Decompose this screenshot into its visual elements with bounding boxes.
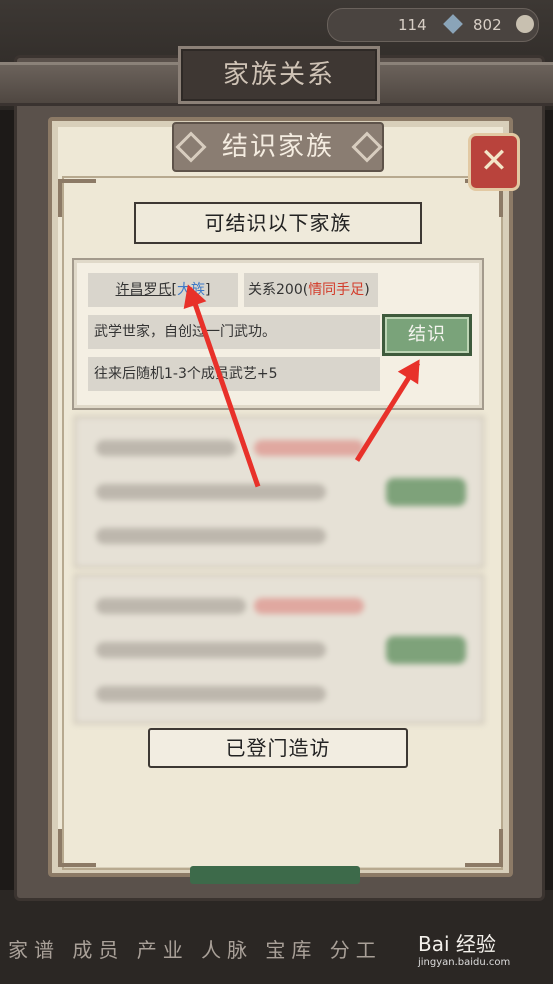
coin-icon [516,15,534,33]
visited-button[interactable]: 已登门造访 [148,728,408,768]
watermark-brand: Bai 经验 [418,932,496,956]
window-title: 家族关系 [178,46,380,104]
resource-bar: 114 802 [327,8,539,42]
relation-cell: 关系200(情同手足) [244,273,378,307]
watermark: Bai 经验 jingyan.baidu.com [418,928,510,968]
watermark-url: jingyan.baidu.com [418,957,511,968]
blurred-family-card [74,574,484,724]
bracket-close: ] [205,282,211,298]
bottom-green-button[interactable] [190,866,360,884]
subtitle-label: 可结识以下家族 [134,202,422,244]
family-name[interactable]: 许昌罗氏 [116,282,172,298]
family-name-cell[interactable]: 许昌罗氏[大族] [88,273,238,307]
relation-label: 关系200( [248,282,309,298]
resource-value-1: 114 [398,16,427,34]
blurred-family-card [74,416,484,568]
befriend-button[interactable]: 结识 [382,314,472,356]
corner-ornament [465,829,503,867]
family-description: 武学世家，自创过一门武功。 [88,315,380,349]
resource-value-2: 802 [473,16,502,34]
family-bonus: 往来后随机1-3个成员武艺+5 [88,357,380,391]
relation-status: 情同手足 [308,282,365,298]
corner-ornament [58,829,96,867]
close-icon: ✕ [479,141,509,181]
gem-icon [443,14,463,34]
close-button[interactable]: ✕ [468,133,520,191]
relation-close: ) [364,282,370,298]
corner-ornament [58,179,96,217]
